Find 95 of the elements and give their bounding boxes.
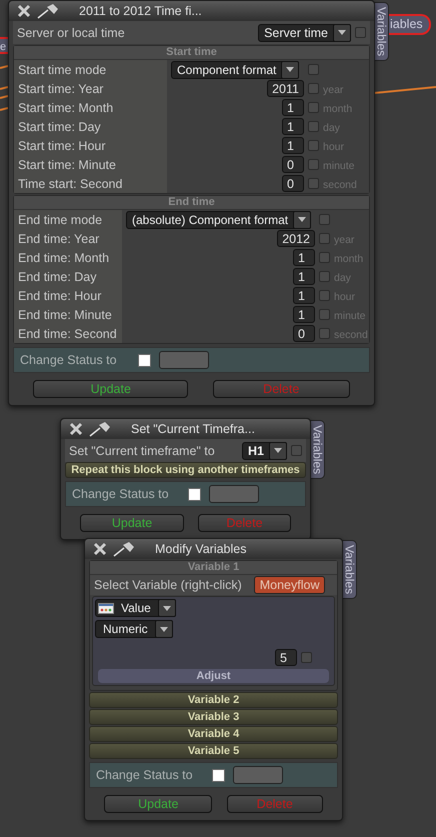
section-heading[interactable]: Variable 4	[89, 726, 338, 742]
checkbox[interactable]	[308, 140, 319, 151]
field-label: End time: Month	[18, 250, 110, 266]
field-label: End time: Day	[18, 268, 98, 286]
connection-lines-drawing	[0, 64, 8, 112]
node-tag[interactable]: iables	[389, 14, 431, 35]
dropdown[interactable]: Server time	[258, 24, 351, 42]
number-field[interactable]: 1	[282, 99, 304, 116]
repeat-bar[interactable]: Repeat this block using another timeframes	[65, 462, 306, 478]
checkbox[interactable]	[355, 27, 366, 38]
field-label: Start time: Day	[18, 118, 102, 136]
field-label: End time: Second	[18, 326, 118, 342]
variable-button[interactable]: Moneyflow	[254, 576, 326, 594]
section-heading[interactable]: Variable 3	[89, 709, 338, 725]
checkbox[interactable]	[291, 445, 302, 456]
status-field[interactable]	[233, 766, 283, 784]
checkbox[interactable]	[319, 271, 330, 282]
checkbox[interactable]	[212, 768, 225, 782]
section-heading[interactable]: Variable 5	[89, 743, 338, 759]
checkbox[interactable]	[188, 488, 201, 500]
update-button[interactable]: Update	[33, 380, 188, 398]
caret-icon	[162, 606, 171, 610]
dropdown[interactable]: Value	[95, 599, 176, 617]
field-label: Set "Current timeframe" to	[69, 444, 216, 458]
status-field[interactable]	[209, 485, 259, 503]
window-title: 2011 to 2012 Time fi...	[79, 4, 202, 18]
caret-icon	[274, 448, 282, 453]
number-field[interactable]: 1	[293, 306, 315, 323]
close-icon[interactable]	[17, 4, 31, 18]
value-icon	[98, 602, 114, 614]
field-label: Server or local time	[17, 26, 126, 40]
dropdown[interactable]: H1	[242, 442, 287, 460]
checkbox[interactable]	[319, 328, 330, 339]
adjust-bar[interactable]: Adjust	[98, 669, 329, 683]
number-field[interactable]: 1	[282, 137, 304, 154]
pin-icon[interactable]	[113, 541, 135, 557]
close-icon[interactable]	[93, 542, 107, 556]
checkbox[interactable]	[301, 652, 312, 663]
checkbox[interactable]	[319, 309, 330, 320]
field-label: Select Variable (right-click)	[94, 578, 242, 592]
number-field[interactable]: 2011	[267, 80, 304, 97]
update-button[interactable]: Update	[104, 795, 212, 813]
checkbox[interactable]	[308, 64, 319, 75]
pin-icon[interactable]	[37, 3, 59, 19]
number-field[interactable]: 1	[293, 268, 315, 285]
checkbox[interactable]	[308, 121, 319, 132]
field-label: Start time: Year	[18, 80, 104, 98]
field-label: Start time: Minute	[18, 156, 117, 174]
field-label: Start time: Hour	[18, 138, 107, 154]
checkbox[interactable]	[138, 354, 151, 366]
number-field[interactable]: 0	[282, 156, 304, 173]
checkbox[interactable]	[308, 159, 319, 170]
checkbox[interactable]	[319, 252, 330, 263]
number-field[interactable]: 1	[293, 249, 315, 266]
number-field[interactable]: 0	[293, 325, 315, 342]
number-field[interactable]: 1	[282, 118, 304, 135]
number-field[interactable]: 5	[275, 649, 297, 666]
caret-icon	[298, 217, 306, 222]
section-heading[interactable]: Variable 2	[89, 692, 338, 708]
window-title: Set "Current Timefra...	[131, 422, 255, 436]
checkbox[interactable]	[319, 233, 330, 244]
checkbox[interactable]	[319, 214, 330, 225]
status-field[interactable]	[159, 351, 209, 369]
checkbox[interactable]	[308, 178, 319, 189]
field-label: End time: Year	[18, 230, 100, 248]
field-label: End time mode	[18, 212, 104, 228]
field-label: End time: Hour	[18, 288, 102, 304]
connection-line	[374, 86, 436, 94]
field-label: Time start: Second	[18, 176, 124, 192]
status-label: Change Status to	[72, 487, 170, 501]
checkbox[interactable]	[319, 290, 330, 301]
dropdown[interactable]: Component format	[171, 60, 300, 78]
side-tab[interactable]: Variables	[374, 2, 389, 62]
side-tab[interactable]: Variables	[342, 540, 357, 600]
side-tab[interactable]: Variables	[310, 420, 325, 480]
dropdown[interactable]: (absolute) Component format	[126, 210, 312, 228]
number-field[interactable]: 0	[282, 175, 304, 192]
field-label: Start time mode	[18, 62, 108, 78]
window-title: Modify Variables	[155, 542, 246, 556]
checkbox[interactable]	[308, 83, 319, 94]
caret-icon	[338, 30, 346, 35]
dropdown[interactable]: Numeric	[95, 620, 173, 638]
field-label: End time: Minute	[18, 306, 113, 324]
number-field[interactable]: 2012	[277, 230, 315, 247]
checkbox[interactable]	[308, 102, 319, 113]
node-tag[interactable]: e	[0, 37, 8, 54]
caret-icon	[286, 67, 294, 72]
caret-icon	[160, 626, 168, 632]
update-button[interactable]: Update	[80, 514, 184, 532]
status-label: Change Status to	[20, 353, 118, 367]
number-field[interactable]: 1	[293, 287, 315, 304]
status-label: Change Status to	[96, 768, 194, 782]
field-label: Start time: Month	[18, 100, 114, 116]
close-icon[interactable]	[69, 422, 83, 436]
pin-icon[interactable]	[89, 421, 111, 437]
